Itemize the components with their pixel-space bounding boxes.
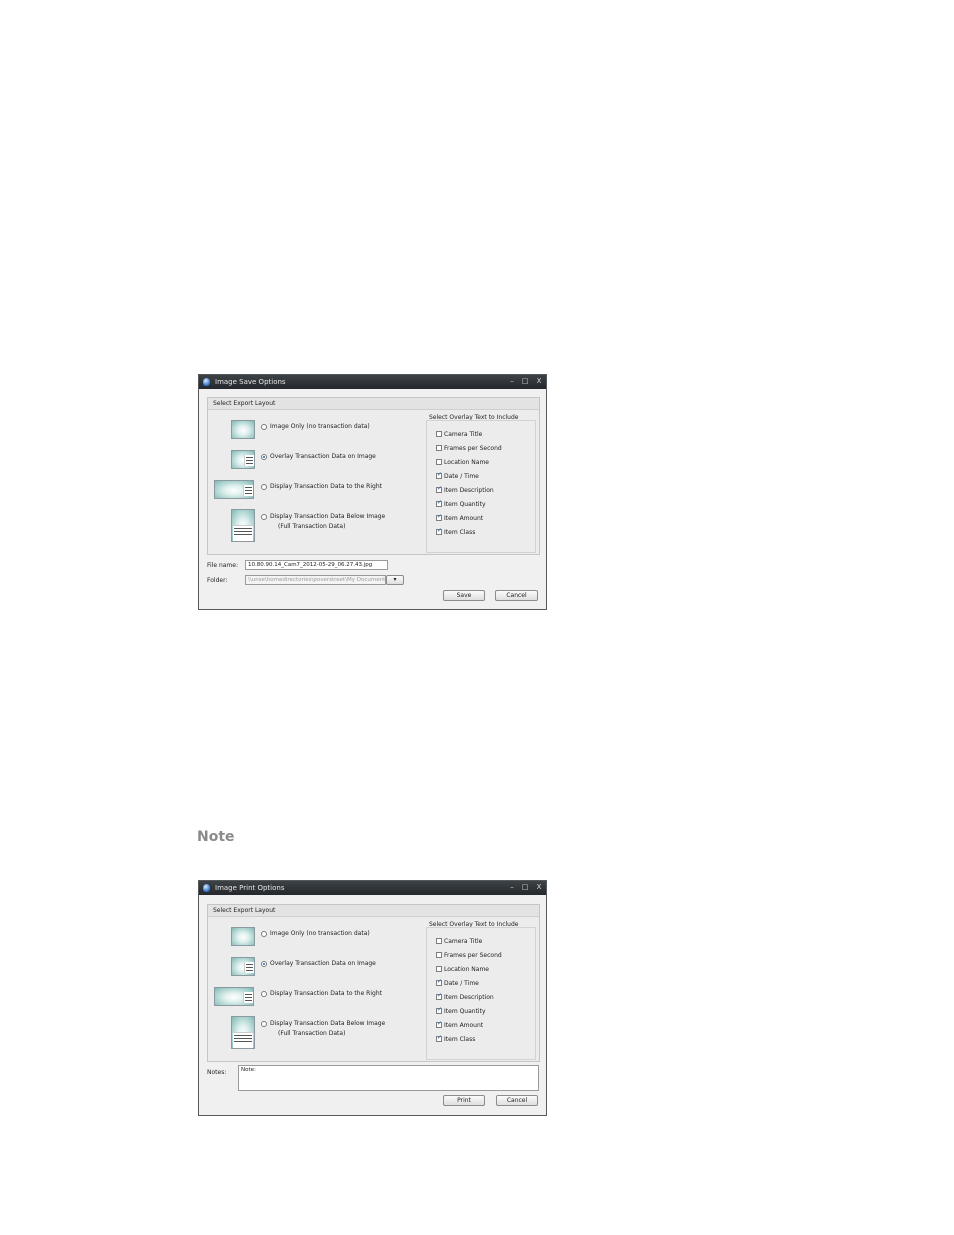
image-only-radio[interactable]	[261, 424, 267, 430]
minimize-button[interactable]: –	[507, 376, 517, 387]
folder-browse-button[interactable]: ▾	[386, 575, 404, 585]
minimize-button[interactable]: –	[507, 882, 517, 893]
item-amount-checkbox[interactable]	[436, 1020, 442, 1028]
data-below-radio[interactable]	[261, 514, 267, 520]
note-heading: Note	[197, 829, 235, 845]
data-right-radio[interactable]	[261, 484, 267, 490]
image-only-thumbnail	[231, 420, 255, 439]
data-below-label[interactable]: Display Transaction Data Below Image	[270, 1020, 385, 1027]
data-right-thumbnail	[214, 987, 254, 1006]
item-quantity-label[interactable]: Item Quantity	[444, 501, 486, 508]
print-button[interactable]: Print	[443, 1095, 485, 1106]
file-name-input[interactable]: 10.80.90.14_Cam7_2012-05-29_06.27.43.jpg	[245, 560, 388, 570]
app-icon	[203, 884, 210, 892]
item-quantity-checkbox[interactable]	[436, 1006, 442, 1014]
item-amount-checkbox[interactable]	[436, 513, 442, 521]
close-button[interactable]: X	[534, 376, 544, 387]
cancel-button[interactable]: Cancel	[496, 1095, 538, 1106]
location-name-label[interactable]: Location Name	[444, 966, 489, 973]
group-header: Select Export Layout	[208, 905, 539, 917]
save-button[interactable]: Save	[443, 590, 485, 601]
overlay-thumbnail	[231, 450, 255, 469]
item-class-label[interactable]: Item Class	[444, 1036, 475, 1043]
frames-per-second-checkbox[interactable]	[436, 445, 442, 451]
app-icon	[203, 378, 210, 386]
data-below-thumbnail	[231, 509, 255, 542]
data-right-label[interactable]: Display Transaction Data to the Right	[270, 990, 382, 997]
item-description-label[interactable]: Item Description	[444, 994, 494, 1001]
image-only-thumbnail	[231, 927, 255, 946]
date-time-checkbox[interactable]	[436, 471, 442, 479]
maximize-button[interactable]: □	[520, 882, 530, 893]
overlay-label[interactable]: Overlay Transaction Data on Image	[270, 453, 376, 460]
export-layout-group: Select Export Layout Image Only (no tran…	[207, 397, 540, 555]
frames-per-second-label[interactable]: Frames per Second	[444, 952, 502, 959]
close-button[interactable]: X	[534, 882, 544, 893]
date-time-label[interactable]: Date / Time	[444, 473, 479, 480]
camera-title-label[interactable]: Camera Title	[444, 431, 482, 438]
data-right-thumbnail	[214, 480, 254, 499]
export-layout-group: Select Export Layout Image Only (no tran…	[207, 904, 540, 1062]
item-class-label[interactable]: Item Class	[444, 529, 475, 536]
location-name-label[interactable]: Location Name	[444, 459, 489, 466]
data-below-label[interactable]: Display Transaction Data Below Image	[270, 513, 385, 520]
data-right-label[interactable]: Display Transaction Data to the Right	[270, 483, 382, 490]
item-class-checkbox[interactable]	[436, 1034, 442, 1042]
group-title: Select Export Layout	[213, 400, 276, 407]
item-amount-label[interactable]: Item Amount	[444, 1022, 483, 1029]
item-amount-label[interactable]: Item Amount	[444, 515, 483, 522]
folder-input[interactable]: \\unse\homedirectories\poverstreet\My Do…	[245, 575, 386, 585]
camera-title-label[interactable]: Camera Title	[444, 938, 482, 945]
data-below-sublabel: (Full Transaction Data)	[278, 523, 346, 530]
group-header: Select Export Layout	[208, 398, 539, 410]
item-class-checkbox[interactable]	[436, 527, 442, 535]
overlay-radio[interactable]	[261, 961, 267, 967]
item-quantity-label[interactable]: Item Quantity	[444, 1008, 486, 1015]
data-right-radio[interactable]	[261, 991, 267, 997]
overlay-label[interactable]: Overlay Transaction Data on Image	[270, 960, 376, 967]
item-description-checkbox[interactable]	[436, 992, 442, 1000]
item-quantity-checkbox[interactable]	[436, 499, 442, 507]
image-print-options-dialog: Image Print Options – □ X Select Export …	[198, 880, 547, 1116]
overlay-thumbnail	[231, 957, 255, 976]
data-below-sublabel: (Full Transaction Data)	[278, 1030, 346, 1037]
title-bar[interactable]: Image Save Options – □ X	[199, 375, 546, 389]
date-time-checkbox[interactable]	[436, 978, 442, 986]
item-description-label[interactable]: Item Description	[444, 487, 494, 494]
image-only-radio[interactable]	[261, 931, 267, 937]
data-below-thumbnail	[231, 1016, 255, 1049]
dialog-title: Image Print Options	[215, 884, 285, 892]
group-title: Select Export Layout	[213, 907, 276, 914]
camera-title-checkbox[interactable]	[436, 431, 442, 437]
cancel-button[interactable]: Cancel	[495, 590, 538, 601]
overlay-radio[interactable]	[261, 454, 267, 460]
image-only-label[interactable]: Image Only (no transaction data)	[270, 930, 370, 937]
folder-label: Folder:	[207, 577, 228, 584]
maximize-button[interactable]: □	[520, 376, 530, 387]
file-name-label: File name:	[207, 562, 238, 569]
dialog-title: Image Save Options	[215, 378, 286, 386]
item-description-checkbox[interactable]	[436, 485, 442, 493]
date-time-label[interactable]: Date / Time	[444, 980, 479, 987]
location-name-checkbox[interactable]	[436, 966, 442, 972]
image-only-label[interactable]: Image Only (no transaction data)	[270, 423, 370, 430]
location-name-checkbox[interactable]	[436, 459, 442, 465]
notes-label: Notes:	[207, 1069, 227, 1076]
data-below-radio[interactable]	[261, 1021, 267, 1027]
camera-title-checkbox[interactable]	[436, 938, 442, 944]
frames-per-second-label[interactable]: Frames per Second	[444, 445, 502, 452]
frames-per-second-checkbox[interactable]	[436, 952, 442, 958]
notes-textarea[interactable]: Note:	[238, 1065, 539, 1091]
image-save-options-dialog: Image Save Options – □ X Select Export L…	[198, 374, 547, 610]
title-bar[interactable]: Image Print Options – □ X	[199, 881, 546, 895]
